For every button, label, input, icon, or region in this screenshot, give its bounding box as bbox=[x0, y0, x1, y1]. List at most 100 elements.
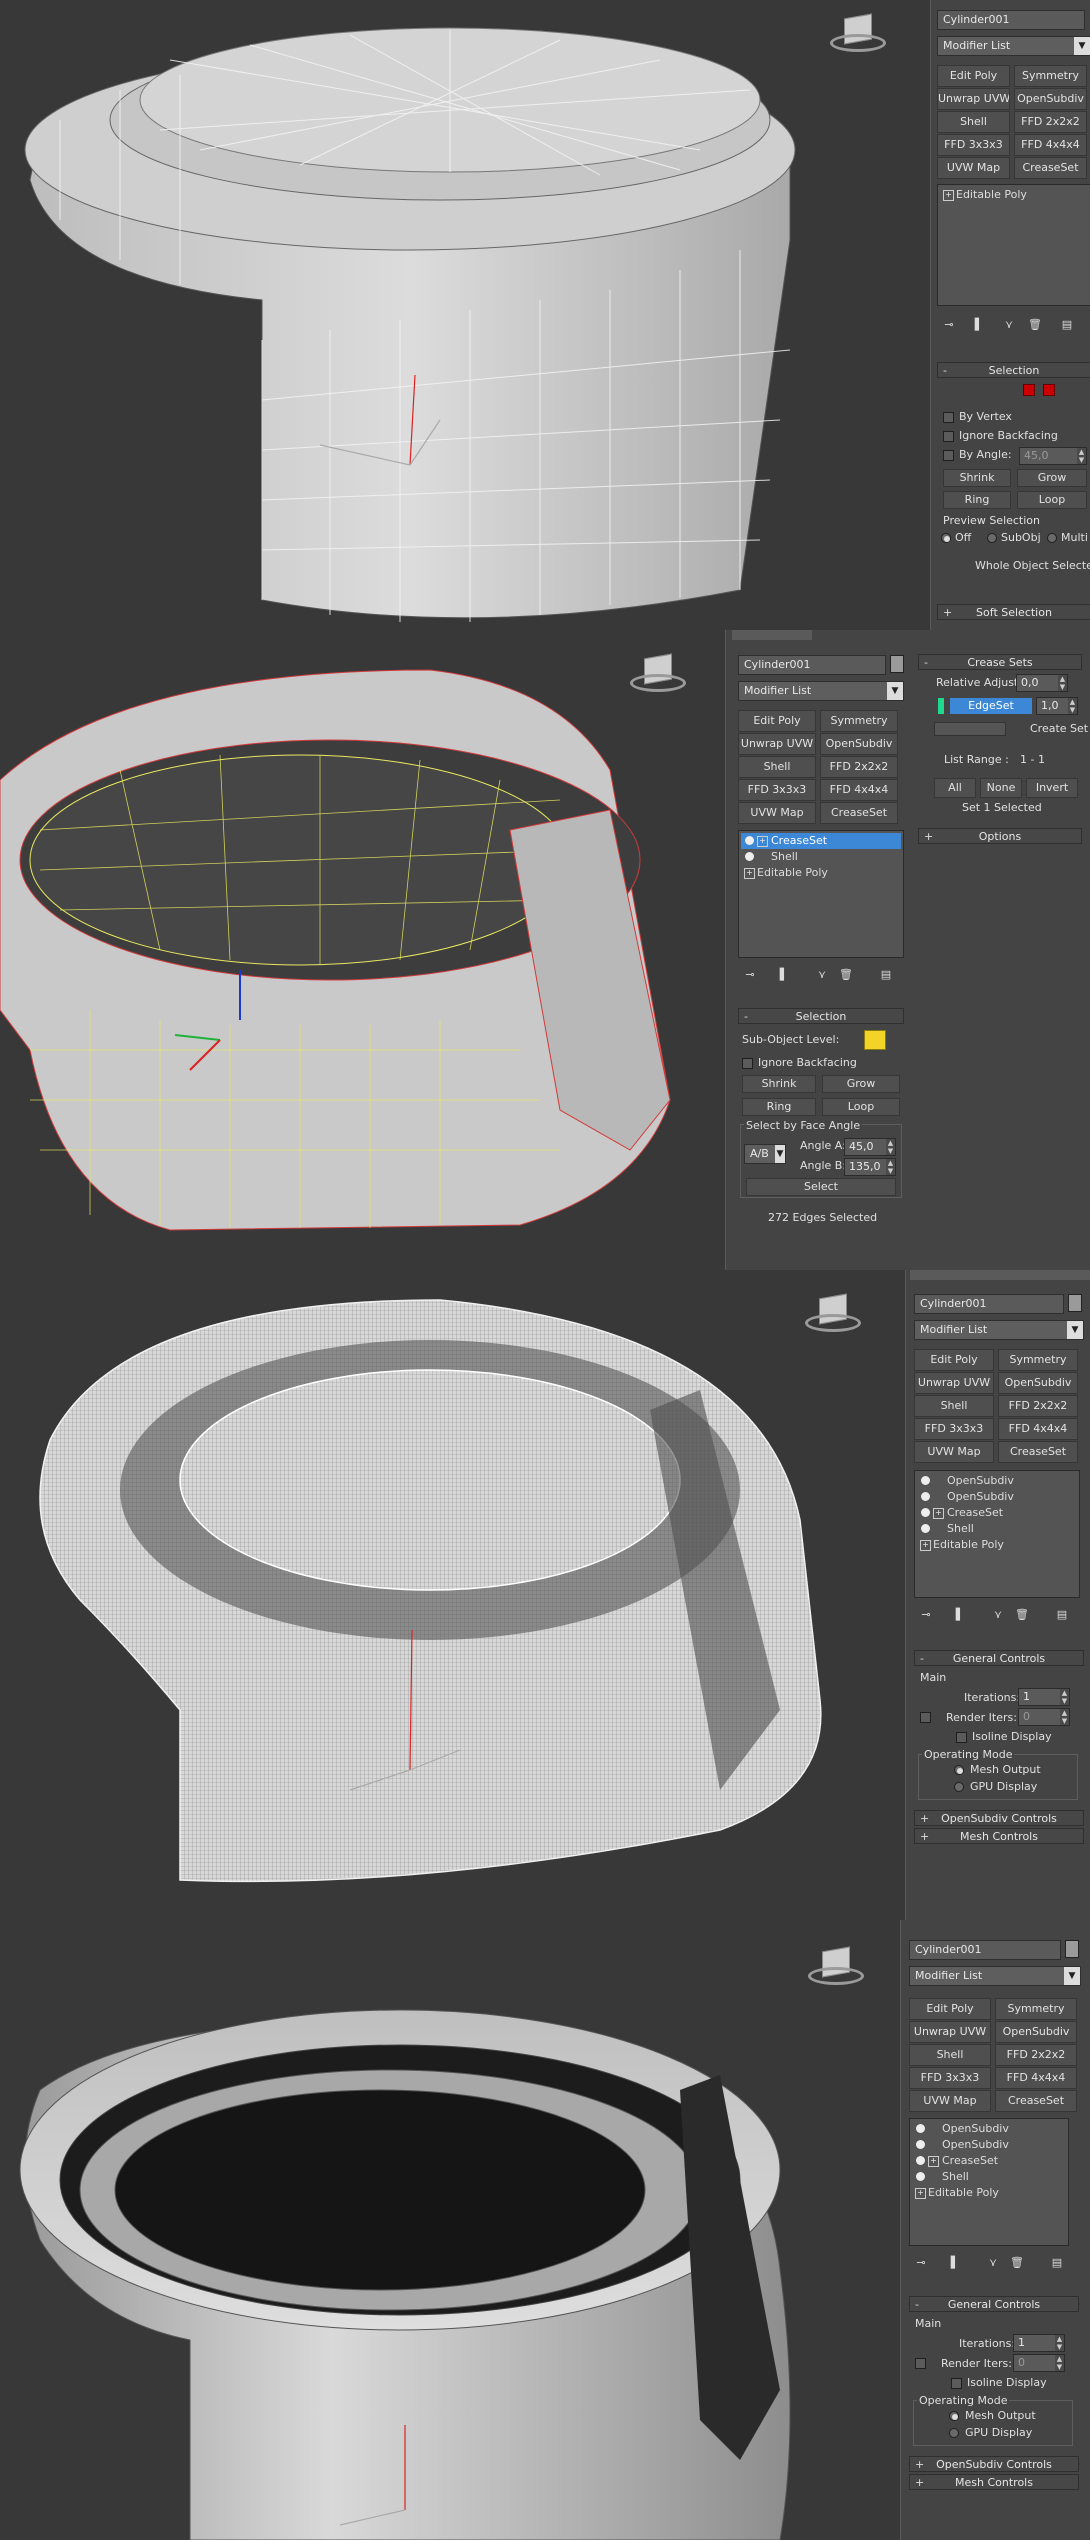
stack-item[interactable]: + Editable Poly bbox=[917, 1537, 1077, 1553]
by-vertex-checkbox[interactable] bbox=[943, 412, 954, 423]
ab-dropdown[interactable]: A/B ▼ bbox=[744, 1144, 786, 1164]
by-angle-spinner[interactable]: 45,0 ▲ ▼ bbox=[1019, 447, 1087, 465]
expand-icon[interactable]: + bbox=[920, 1540, 931, 1551]
make-unique-icon[interactable]: ⋎ bbox=[1001, 318, 1017, 332]
create-set-button[interactable]: Create Set bbox=[1030, 721, 1088, 737]
modifier-button[interactable]: UVW Map bbox=[937, 157, 1010, 179]
modifier-stack[interactable]: OpenSubdiv OpenSubdiv + CreaseSet Shell +… bbox=[914, 1470, 1080, 1598]
list-range-value[interactable]: 1 - 1 bbox=[1020, 752, 1045, 768]
stack-item[interactable]: + CreaseSet bbox=[912, 2153, 1066, 2169]
eye-icon[interactable] bbox=[921, 1524, 930, 1533]
crease-set-value-spinner[interactable]: 1,0 ▲ ▼ bbox=[1036, 697, 1078, 715]
stack-item[interactable]: + CreaseSet bbox=[917, 1505, 1077, 1521]
modifier-button[interactable]: Unwrap UVW bbox=[909, 2021, 991, 2043]
shrink-button[interactable]: Shrink bbox=[943, 469, 1011, 487]
show-end-result-icon[interactable]: ▌ bbox=[947, 2256, 963, 2270]
pin-stack-icon[interactable]: ⊸ bbox=[918, 1608, 934, 1622]
modifier-button[interactable]: FFD 2x2x2 bbox=[1014, 111, 1087, 133]
modifier-button[interactable]: CreaseSet bbox=[820, 802, 898, 824]
preview-subobj-radio[interactable] bbox=[987, 533, 997, 543]
make-unique-icon[interactable]: ⋎ bbox=[814, 968, 830, 982]
show-end-result-icon[interactable]: ▌ bbox=[971, 318, 987, 332]
mesh-controls-rollout-header[interactable]: + Mesh Controls bbox=[914, 1828, 1084, 1844]
modifier-list-dropdown[interactable]: Modifier List ▼ bbox=[909, 1966, 1081, 1986]
view-cube-icon[interactable] bbox=[808, 1945, 868, 1995]
soft-selection-rollout-header[interactable]: + Soft Selection bbox=[937, 604, 1090, 620]
iterations-spinner[interactable]: 1 ▲ ▼ bbox=[1018, 1688, 1070, 1706]
expand-icon[interactable]: + bbox=[744, 868, 755, 879]
gpu-display-radio[interactable] bbox=[949, 2428, 959, 2438]
modifier-button[interactable]: FFD 3x3x3 bbox=[738, 779, 816, 801]
modifier-button[interactable]: Shell bbox=[937, 111, 1010, 133]
modifier-button[interactable]: CreaseSet bbox=[1014, 157, 1087, 179]
eye-icon[interactable] bbox=[921, 1476, 930, 1485]
eye-icon[interactable] bbox=[745, 852, 754, 861]
selection-rollout-header[interactable]: - Selection bbox=[937, 362, 1090, 378]
crease-set-name-field[interactable]: EdgeSet bbox=[950, 698, 1032, 714]
eye-icon[interactable] bbox=[916, 2140, 925, 2149]
modifier-button[interactable]: CreaseSet bbox=[995, 2090, 1077, 2112]
object-color-swatch[interactable] bbox=[1068, 1294, 1082, 1312]
viewport-1[interactable] bbox=[0, 0, 930, 630]
object-name-field[interactable]: Cylinder001 bbox=[937, 10, 1085, 30]
modifier-button[interactable]: FFD 4x4x4 bbox=[995, 2067, 1077, 2089]
modifier-button[interactable]: Symmetry bbox=[1014, 65, 1087, 87]
ring-button[interactable]: Ring bbox=[742, 1098, 816, 1116]
stack-item[interactable]: Shell bbox=[912, 2169, 1066, 2185]
modifier-button[interactable]: FFD 3x3x3 bbox=[937, 134, 1010, 156]
general-controls-rollout-header[interactable]: - General Controls bbox=[909, 2296, 1079, 2312]
modifier-list-dropdown[interactable]: Modifier List ▼ bbox=[914, 1320, 1084, 1340]
render-iters-checkbox[interactable] bbox=[915, 2358, 926, 2369]
modifier-button[interactable]: Symmetry bbox=[820, 710, 898, 732]
modifier-button[interactable]: Edit Poly bbox=[914, 1349, 994, 1371]
grow-button[interactable]: Grow bbox=[1017, 469, 1087, 487]
object-name-field[interactable]: Cylinder001 bbox=[738, 655, 886, 675]
stack-item[interactable]: OpenSubdiv bbox=[917, 1489, 1077, 1505]
eye-icon[interactable] bbox=[921, 1508, 930, 1517]
view-cube-icon[interactable] bbox=[830, 12, 890, 62]
modifier-button[interactable]: FFD 2x2x2 bbox=[995, 2044, 1077, 2066]
stack-item[interactable]: + Editable Poly bbox=[940, 187, 1088, 203]
object-color-swatch[interactable] bbox=[890, 655, 904, 673]
configure-sets-icon[interactable]: ▤ bbox=[1049, 2256, 1065, 2270]
modifier-stack[interactable]: + Editable Poly bbox=[937, 184, 1090, 306]
modifier-button[interactable]: Unwrap UVW bbox=[937, 88, 1010, 110]
viewport-2[interactable] bbox=[0, 630, 725, 1270]
vertex-level-icon[interactable] bbox=[1023, 384, 1035, 396]
stack-item[interactable]: Shell bbox=[741, 849, 901, 865]
configure-sets-icon[interactable]: ▤ bbox=[1054, 1608, 1070, 1622]
render-iters-checkbox[interactable] bbox=[920, 1712, 931, 1723]
options-rollout-header[interactable]: + Options bbox=[918, 828, 1082, 844]
make-unique-icon[interactable]: ⋎ bbox=[985, 2256, 1001, 2270]
modifier-button[interactable]: FFD 4x4x4 bbox=[998, 1418, 1078, 1440]
modifier-list-dropdown[interactable]: Modifier List ▼ bbox=[738, 681, 904, 701]
modifier-list-dropdown[interactable]: Modifier List ▼ bbox=[937, 36, 1090, 56]
modifier-button[interactable]: Shell bbox=[909, 2044, 991, 2066]
preview-off-radio[interactable] bbox=[941, 533, 951, 543]
stack-item[interactable]: + CreaseSet bbox=[741, 833, 901, 849]
isoline-display-checkbox[interactable] bbox=[956, 1732, 967, 1743]
modifier-button[interactable]: Edit Poly bbox=[937, 65, 1010, 87]
stack-item[interactable]: OpenSubdiv bbox=[912, 2137, 1066, 2153]
render-iters-spinner[interactable]: 0 ▲ ▼ bbox=[1018, 1708, 1070, 1726]
modifier-button[interactable]: OpenSubdiv bbox=[998, 1372, 1078, 1394]
remove-modifier-icon[interactable]: 🗑 bbox=[838, 968, 854, 982]
relative-adjust-spinner[interactable]: 0,0 ▲ ▼ bbox=[1016, 674, 1068, 692]
mesh-output-radio[interactable] bbox=[954, 1765, 964, 1775]
grow-button[interactable]: Grow bbox=[822, 1075, 900, 1093]
remove-modifier-icon[interactable]: 🗑 bbox=[1009, 2256, 1025, 2270]
none-button[interactable]: None bbox=[980, 778, 1022, 798]
stack-item[interactable]: OpenSubdiv bbox=[917, 1473, 1077, 1489]
stack-item[interactable]: + Editable Poly bbox=[741, 865, 901, 881]
modifier-button[interactable]: FFD 4x4x4 bbox=[1014, 134, 1087, 156]
mesh-output-radio[interactable] bbox=[949, 2411, 959, 2421]
render-iters-spinner[interactable]: 0 ▲ ▼ bbox=[1013, 2354, 1065, 2372]
preview-multi-radio[interactable] bbox=[1047, 533, 1057, 543]
modifier-button[interactable]: FFD 2x2x2 bbox=[998, 1395, 1078, 1417]
modifier-button[interactable]: UVW Map bbox=[738, 802, 816, 824]
modifier-stack[interactable]: + CreaseSet Shell + Editable Poly bbox=[738, 830, 904, 958]
expand-icon[interactable]: + bbox=[757, 836, 768, 847]
remove-modifier-icon[interactable]: 🗑 bbox=[1027, 318, 1043, 332]
object-name-field[interactable]: Cylinder001 bbox=[909, 1940, 1061, 1960]
configure-sets-icon[interactable]: ▤ bbox=[878, 968, 894, 982]
